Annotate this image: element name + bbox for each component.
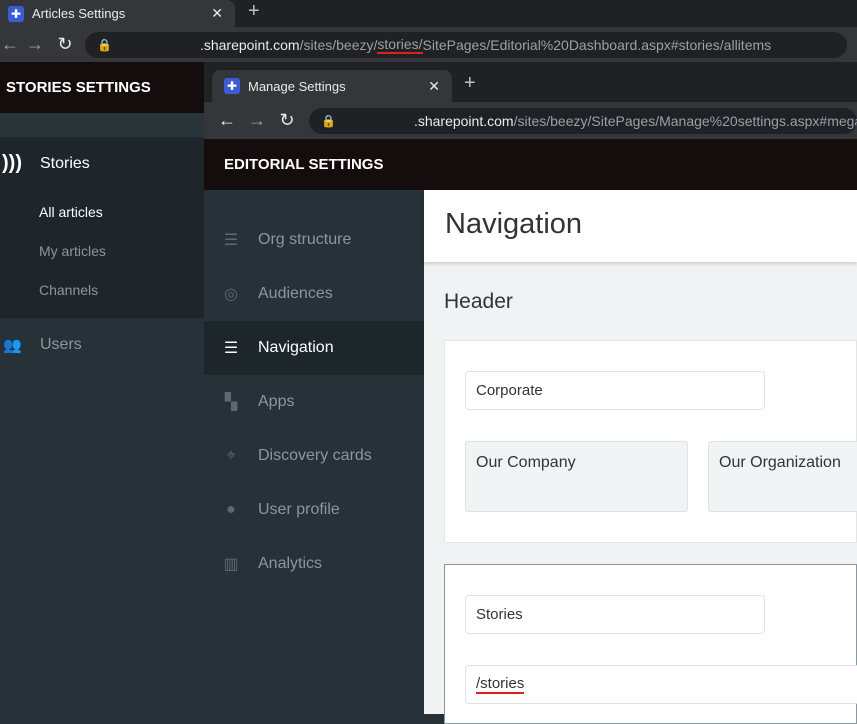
nav-label: Audiences <box>258 285 333 302</box>
nav-user-profile[interactable]: ● User profile <box>204 483 424 537</box>
section-title: Header <box>444 290 513 313</box>
url-path: /sites/beezy/SitePages/Manage%20settings… <box>513 112 857 129</box>
sidebar-stories[interactable]: Stories <box>40 155 90 173</box>
sidebar-channels[interactable]: Channels <box>39 282 98 298</box>
url-host: .sharepoint.com <box>199 36 300 53</box>
front-url-bar[interactable]: 🔒 .sharepoint.com/sites/beezy/SitePages/… <box>309 107 857 134</box>
beezy-favicon-icon: ✚ <box>224 78 240 94</box>
reload-icon[interactable]: ↻ <box>50 34 80 55</box>
stories-url-input[interactable]: /stories <box>465 665 857 704</box>
front-tab-bar: ✚ Manage Settings ✕ + <box>204 62 857 102</box>
nav-org-structure[interactable]: ☰ Org structure <box>204 213 424 267</box>
rss-icon: ))) <box>2 152 22 174</box>
page-title: Navigation <box>424 190 857 262</box>
front-tab[interactable]: ✚ Manage Settings ✕ <box>212 70 452 102</box>
apps-icon: ▚ <box>224 394 238 411</box>
corporate-name-input[interactable]: Corporate <box>465 371 765 410</box>
back-tab-bar: ✚ Articles Settings ✕ + <box>0 0 857 27</box>
back-arrow-icon[interactable]: ← <box>212 110 242 131</box>
url-host: .sharepoint.com <box>413 112 514 129</box>
target-icon: ◎ <box>224 286 238 303</box>
settings-sidebar: ☰ Org structure ◎ Audiences ☰ Navigation ▚ A… <box>204 190 424 714</box>
nav-label: Analytics <box>258 555 323 572</box>
tile-our-organization[interactable]: Our Organization <box>708 441 857 512</box>
nav-label: Discovery cards <box>258 447 372 464</box>
nav-label: Apps <box>258 393 295 410</box>
nav-label: Navigation <box>258 339 334 356</box>
lock-icon: 🔒 <box>321 113 336 128</box>
navigation-icon: ☰ <box>223 340 239 357</box>
url-path: /sites/beezy/ <box>299 36 378 53</box>
front-tab-title: Manage Settings <box>248 78 346 94</box>
user-icon: ● <box>226 501 236 518</box>
main-content: Navigation Header Corporate Our Company … <box>424 190 857 724</box>
close-tab-icon[interactable]: ✕ <box>211 5 223 22</box>
sidebar-users[interactable]: Users <box>40 336 82 354</box>
nav-label: Org structure <box>258 231 352 248</box>
sidebar-my-articles[interactable]: My articles <box>39 243 106 259</box>
close-tab-icon[interactable]: ✕ <box>428 78 440 95</box>
nav-label: User profile <box>258 501 340 518</box>
back-url-bar[interactable]: 🔒 .sharepoint.com/sites/beezy/stories/Si… <box>85 31 847 58</box>
reload-icon[interactable]: ↻ <box>272 110 302 131</box>
stories-url-value: /stories <box>476 675 525 694</box>
back-address-row: ← → ↻ 🔒 .sharepoint.com/sites/beezy/stor… <box>0 27 857 62</box>
tile-our-company[interactable]: Our Company <box>465 441 688 512</box>
nav-analytics[interactable]: ▥ Analytics <box>204 537 424 591</box>
nav-apps[interactable]: ▚ Apps <box>204 375 424 429</box>
front-address-row: ← → ↻ 🔒 .sharepoint.com/sites/beezy/Site… <box>204 102 857 139</box>
users-icon: 👥 <box>3 337 22 354</box>
new-tab-icon[interactable]: + <box>248 0 260 23</box>
back-tab[interactable]: ✚ Articles Settings ✕ <box>0 0 235 27</box>
url-highlight: stories/ <box>377 35 423 54</box>
front-header: EDITORIAL SETTINGS <box>204 139 857 190</box>
stories-name-input[interactable]: Stories <box>465 595 765 634</box>
new-tab-icon[interactable]: + <box>464 72 476 95</box>
back-arrow-icon[interactable]: ← <box>0 34 20 55</box>
back-strip <box>0 113 204 137</box>
back-header: STORIES SETTINGS <box>0 62 204 113</box>
forward-arrow-icon[interactable]: → <box>242 110 272 131</box>
sidebar-all-articles[interactable]: All articles <box>39 204 103 220</box>
lock-icon: 🔒 <box>97 37 112 52</box>
url-path-rest: SitePages/Editorial%20Dashboard.aspx#sto… <box>422 36 772 53</box>
telescope-icon: ⌖ <box>226 447 236 464</box>
nav-discovery-cards[interactable]: ⌖ Discovery cards <box>204 429 424 483</box>
bar-chart-icon: ▥ <box>223 556 239 573</box>
nav-audiences[interactable]: ◎ Audiences <box>204 267 424 321</box>
beezy-favicon-icon: ✚ <box>8 5 24 22</box>
nav-navigation[interactable]: ☰ Navigation <box>204 321 424 375</box>
back-tab-title: Articles Settings <box>32 6 126 21</box>
back-stories-section: ))) Stories All articles My articles Cha… <box>0 137 204 318</box>
list-icon: ☰ <box>223 232 239 249</box>
forward-arrow-icon[interactable]: → <box>20 34 50 55</box>
